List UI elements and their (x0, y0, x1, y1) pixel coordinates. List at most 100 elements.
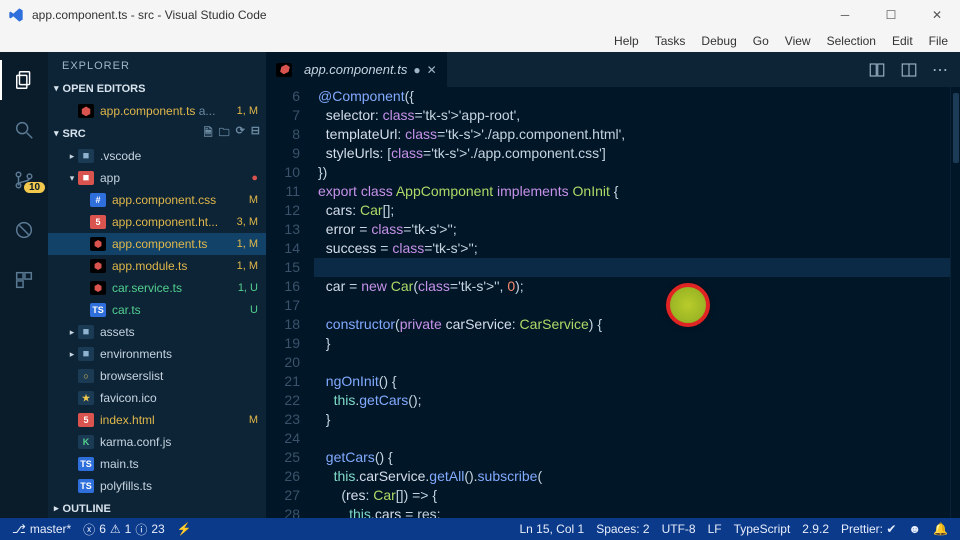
window-close-button[interactable]: ✕ (914, 0, 960, 30)
folder--vscode[interactable]: ▸■.vscode (48, 145, 266, 167)
menu-help[interactable]: Help (606, 32, 647, 50)
window-maximize-button[interactable]: ☐ (868, 0, 914, 30)
status-encoding[interactable]: UTF-8 (656, 518, 702, 540)
compare-icon[interactable] (868, 61, 886, 79)
extensions-icon (13, 269, 35, 291)
code-line[interactable] (314, 429, 950, 448)
activity-extensions[interactable] (0, 260, 48, 300)
menu-selection[interactable]: Selection (819, 32, 884, 50)
section-outline[interactable]: ▸ OUTLINE (48, 499, 266, 518)
folder-assets[interactable]: ▸■assets (48, 321, 266, 343)
chevron-down-icon: ▾ (54, 128, 59, 139)
bell-icon: 🔔 (933, 522, 948, 536)
window-minimize-button[interactable]: ─ (822, 0, 868, 30)
file-car-service-ts[interactable]: ⬢car.service.ts1, U (48, 277, 266, 299)
refresh-icon[interactable]: ⟳ (236, 124, 245, 143)
file-polyfills-ts[interactable]: TS polyfills.ts (48, 475, 266, 497)
new-file-icon[interactable]: 🗎 (204, 124, 213, 143)
activity-explorer[interactable] (0, 60, 48, 100)
file-karma-conf-js[interactable]: Kkarma.conf.js (48, 431, 266, 453)
status-prettier[interactable]: Prettier: ✔ (835, 518, 902, 540)
file-browserslist[interactable]: ○browserslist (48, 365, 266, 387)
error-icon: ⓧ (83, 521, 95, 538)
status-eol[interactable]: LF (702, 518, 728, 540)
file-main-ts[interactable]: TSmain.ts (48, 453, 266, 475)
code-line[interactable]: constructor(private carService: CarServi… (314, 315, 950, 334)
split-editor-icon[interactable] (900, 61, 918, 79)
dirty-icon: ● (251, 172, 258, 184)
chevron-down-icon: ▾ (54, 83, 59, 94)
code-line[interactable]: this.cars = res; (314, 505, 950, 518)
file-app-component-css[interactable]: #app.component.cssM (48, 189, 266, 211)
more-actions-icon[interactable]: ⋯ (932, 60, 948, 80)
code-line[interactable]: selector: class='tk-s'>'app-root', (314, 106, 950, 125)
file-tree: ▸■.vscode▾■app●#app.component.cssM5app.c… (48, 143, 266, 499)
code-line[interactable]: cars: Car[]; (314, 201, 950, 220)
ts-icon: TS (78, 479, 94, 493)
menu-edit[interactable]: Edit (884, 32, 921, 50)
menu-file[interactable]: File (921, 32, 956, 50)
file-app-component-ts[interactable]: ⬢app.component.ts1, M (48, 233, 266, 255)
file-favicon-ico[interactable]: ★favicon.ico (48, 387, 266, 409)
status-spaces[interactable]: Spaces: 2 (590, 518, 655, 540)
tab-close-icon[interactable]: ✕ (427, 63, 437, 77)
minimap[interactable] (950, 87, 960, 518)
code-line[interactable]: templateUrl: class='tk-s'>'./app.compone… (314, 125, 950, 144)
folder-environments[interactable]: ▸■environments (48, 343, 266, 365)
open-editor-item[interactable]: ⬢ app.component.ts a... 1, M (48, 100, 266, 122)
code-line[interactable]: error = class='tk-s'>''; (314, 220, 950, 239)
section-open-editors-label: OPEN EDITORS (63, 83, 146, 95)
title-bar: app.component.ts - src - Visual Studio C… (0, 0, 960, 30)
vscode-logo-icon (8, 7, 24, 23)
status-language[interactable]: TypeScript (728, 518, 797, 540)
code-line[interactable]: this.carService.getAll().subscribe( (314, 467, 950, 486)
bolt-icon: ⚡ (177, 522, 192, 536)
new-folder-icon[interactable]: 🗀 (219, 124, 230, 143)
file-app-component-ht-[interactable]: 5app.component.ht...3, M (48, 211, 266, 233)
scrollbar-thumb[interactable] (953, 93, 959, 163)
status-branch[interactable]: ⎇master* (6, 518, 77, 540)
code-line[interactable]: getCars() { (314, 448, 950, 467)
code-editor[interactable]: 6789101112131415161718192021222324252627… (266, 87, 960, 518)
info-icon: ⓘ (135, 521, 147, 538)
git-status-badge: 1, U (238, 282, 258, 294)
activity-search[interactable] (0, 110, 48, 150)
code-line[interactable]: } (314, 410, 950, 429)
code-line[interactable]: @Component({ (314, 87, 950, 106)
status-live[interactable]: ⚡ (171, 518, 198, 540)
code-line[interactable]: export class AppComponent implements OnI… (314, 182, 950, 201)
code-line[interactable] (314, 353, 950, 372)
status-problems[interactable]: ⓧ6 ⚠1 ⓘ23 (77, 518, 171, 540)
menu-view[interactable]: View (777, 32, 819, 50)
status-ts-version[interactable]: 2.9.2 (796, 518, 835, 540)
section-open-editors[interactable]: ▾ OPEN EDITORS (48, 79, 266, 98)
file-app-module-ts[interactable]: ⬢app.module.ts1, M (48, 255, 266, 277)
folder-app[interactable]: ▾■app● (48, 167, 266, 189)
tree-item-label: polyfills.ts (100, 479, 266, 493)
activity-debug[interactable] (0, 210, 48, 250)
file-index-html[interactable]: 5index.htmlM (48, 409, 266, 431)
ts-icon: TS (90, 303, 106, 317)
status-feedback[interactable]: ☻ (902, 518, 927, 540)
code-line[interactable]: (res: Car[]) => { (314, 486, 950, 505)
menu-debug[interactable]: Debug (693, 32, 744, 50)
tree-item-label: main.ts (100, 457, 266, 471)
code-line[interactable]: this.getCars(); (314, 391, 950, 410)
collapse-icon[interactable]: ⊟ (251, 124, 260, 143)
tab-app-component[interactable]: ⬢ app.component.ts ● ✕ (266, 52, 448, 87)
menu-tasks[interactable]: Tasks (647, 32, 694, 50)
status-ln-col[interactable]: Ln 15, Col 1 (513, 518, 590, 540)
code-line[interactable]: success = class='tk-s'>''; (314, 239, 950, 258)
code-line[interactable]: } (314, 334, 950, 353)
code-line[interactable]: ngOnInit() { (314, 372, 950, 391)
status-bell[interactable]: 🔔 (927, 518, 954, 540)
code-content[interactable]: @Component({ selector: class='tk-s'>'app… (314, 87, 950, 518)
section-workspace[interactable]: ▾ SRC 🗎 🗀 ⟳ ⊟ (48, 124, 266, 143)
code-line[interactable]: car = new Car(class='tk-s'>'', 0); (314, 277, 950, 296)
code-line[interactable] (314, 296, 950, 315)
code-line[interactable]: styleUrls: [class='tk-s'>'./app.componen… (314, 144, 950, 163)
file-car-ts[interactable]: TScar.tsU (48, 299, 266, 321)
code-line[interactable]: }) (314, 163, 950, 182)
menu-go[interactable]: Go (745, 32, 777, 50)
activity-scm[interactable]: 10 (0, 160, 48, 200)
